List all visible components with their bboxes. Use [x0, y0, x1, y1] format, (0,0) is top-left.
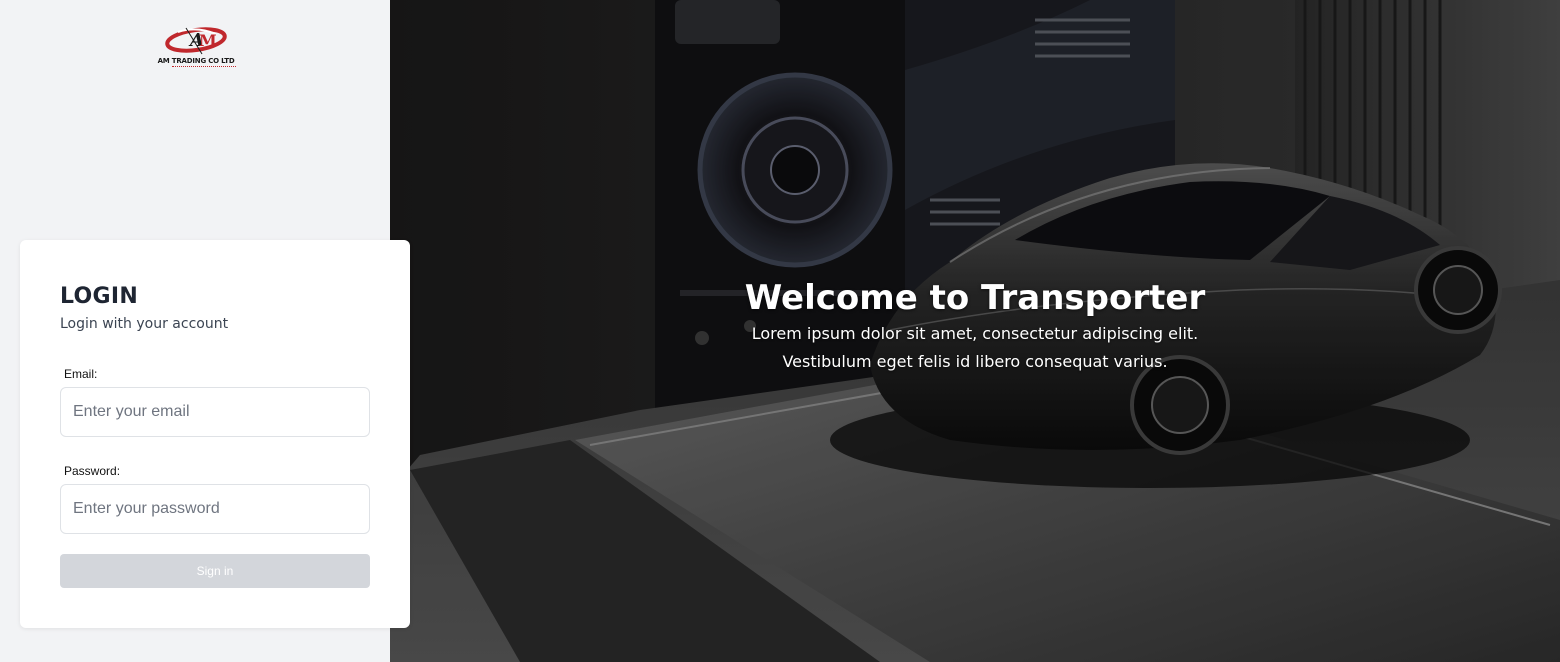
- brand-logo-mark: A M: [165, 27, 227, 55]
- email-field[interactable]: [60, 387, 370, 437]
- hero-panel: Welcome to Transporter Lorem ipsum dolor…: [390, 0, 1560, 662]
- brand-logo: A M AM TRADING CO LTD: [150, 24, 242, 70]
- hero-description-line-2: Vestibulum eget felis id libero consequa…: [782, 352, 1168, 371]
- hero-content: Welcome to Transporter Lorem ipsum dolor…: [390, 276, 1560, 376]
- login-page: A M AM TRADING CO LTD LOGIN Login with y…: [0, 0, 1560, 662]
- login-card: LOGIN Login with your account Email: Pas…: [20, 240, 410, 628]
- password-label: Password:: [64, 464, 121, 478]
- password-field[interactable]: [60, 484, 370, 534]
- login-subtitle: Login with your account: [60, 316, 229, 332]
- svg-text:M: M: [199, 31, 217, 50]
- login-title: LOGIN: [60, 284, 139, 309]
- hero-description-line-1: Lorem ipsum dolor sit amet, consectetur …: [751, 324, 1199, 343]
- brand-name: AM TRADING CO LTD: [157, 57, 235, 65]
- sign-in-button[interactable]: Sign in: [60, 554, 370, 588]
- brand-tagline-rule: [172, 66, 236, 69]
- email-label: Email:: [64, 367, 98, 381]
- hero-title: Welcome to Transporter: [744, 278, 1206, 318]
